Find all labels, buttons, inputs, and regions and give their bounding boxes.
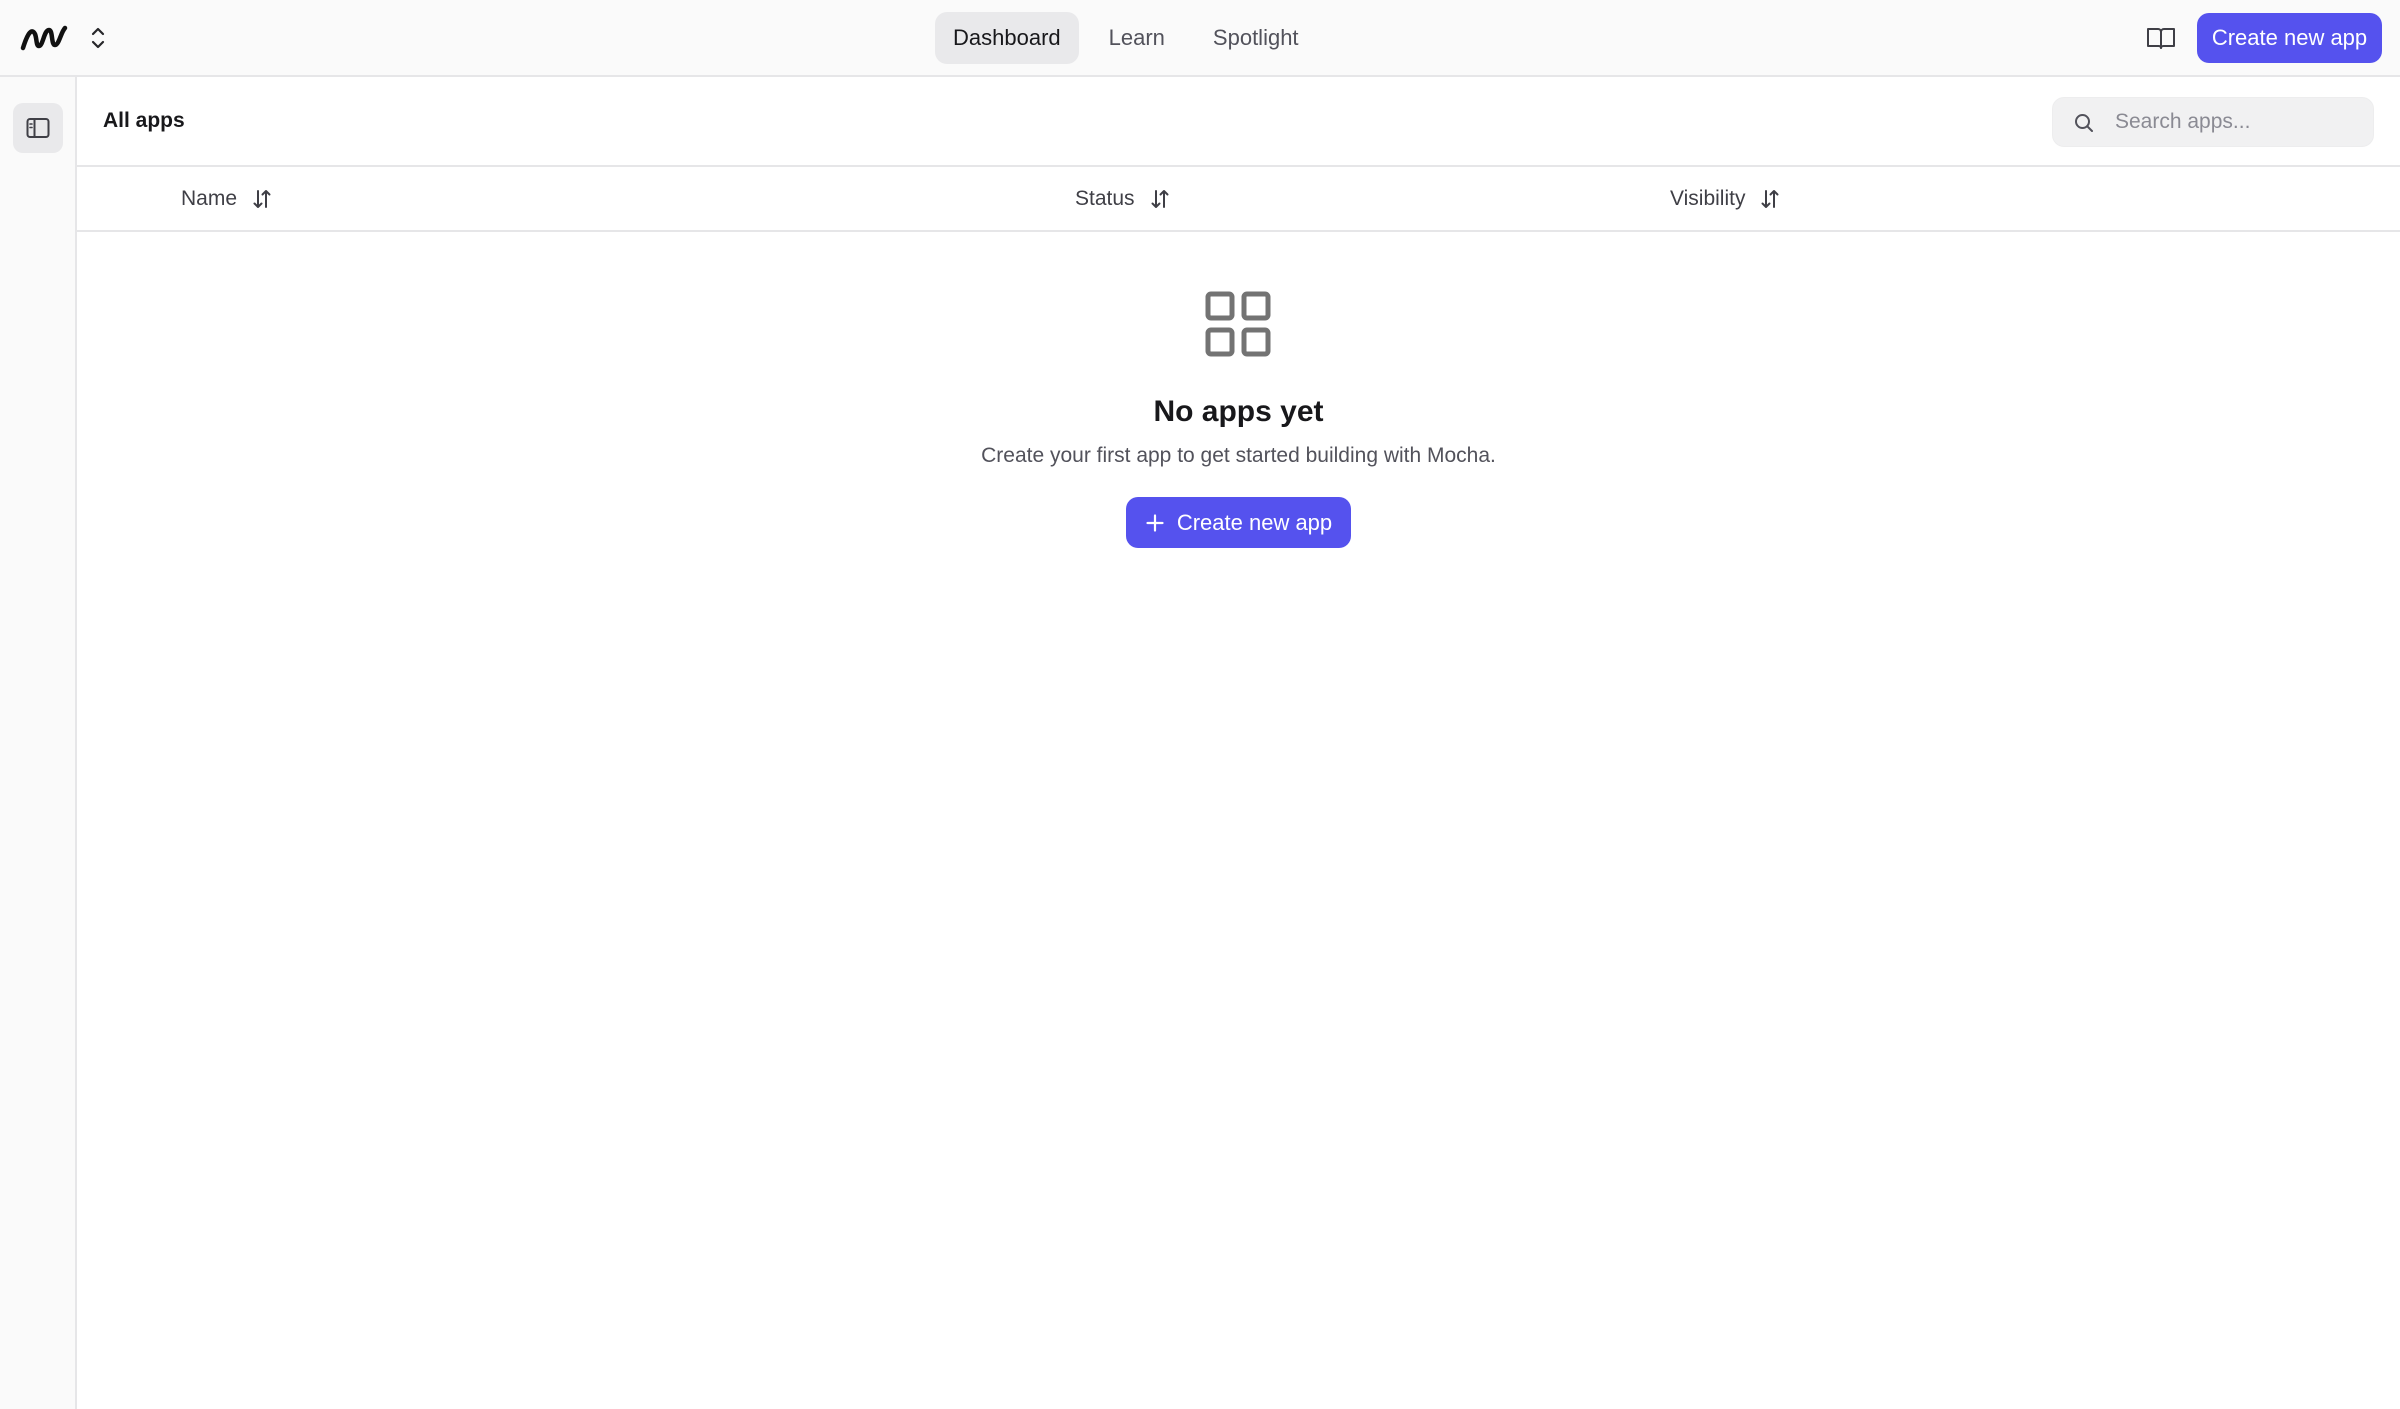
button-label: Create new app: [1176, 509, 1333, 535]
empty-create-new-app-button[interactable]: Create new app: [1126, 497, 1351, 548]
top-bar: Dashboard Learn Spotlight Create new app: [0, 0, 2400, 77]
column-label: Name: [181, 186, 238, 210]
tab-spotlight[interactable]: Spotlight: [1195, 12, 1317, 64]
sidebar-panel-icon: [26, 118, 50, 138]
sort-arrows-icon: [1761, 189, 1779, 208]
empty-state-subtitle: Create your first app to get started bui…: [981, 444, 1496, 467]
docs-button[interactable]: [2141, 18, 2181, 58]
tab-dashboard[interactable]: Dashboard: [935, 12, 1079, 64]
book-open-icon: [2147, 28, 2175, 49]
empty-state-title: No apps yet: [1153, 395, 1324, 428]
mocha-logo-icon[interactable]: [18, 20, 70, 56]
tab-learn[interactable]: Learn: [1091, 12, 1183, 64]
main-nav: Dashboard Learn Spotlight: [935, 12, 1317, 64]
page-title: All apps: [103, 109, 185, 132]
sort-arrows-icon: [1151, 189, 1169, 208]
search-icon: [2075, 114, 2093, 132]
chevron-up-down-icon[interactable]: [84, 22, 112, 54]
sidebar-toggle-button[interactable]: [13, 103, 63, 153]
column-header-status[interactable]: Status: [1075, 167, 1171, 230]
main-content: All apps Name Status Visibility: [77, 77, 2400, 1409]
search-box: [2052, 97, 2374, 147]
left-rail: [0, 77, 77, 1409]
column-label: Visibility: [1670, 186, 1746, 210]
grid-apps-icon: [1205, 291, 1270, 357]
main-header: All apps: [77, 77, 2400, 167]
sort-arrows-icon: [253, 189, 271, 208]
column-header-visibility[interactable]: Visibility: [1670, 167, 1781, 230]
table-header: Name Status Visibility: [77, 167, 2400, 232]
plus-icon: [1146, 513, 1164, 532]
search-input[interactable]: [2115, 98, 2365, 146]
create-new-app-button[interactable]: Create new app: [2197, 13, 2382, 63]
column-label: Status: [1075, 186, 1135, 210]
empty-state: No apps yet Create your first app to get…: [77, 232, 2400, 548]
column-header-name[interactable]: Name: [181, 167, 273, 230]
